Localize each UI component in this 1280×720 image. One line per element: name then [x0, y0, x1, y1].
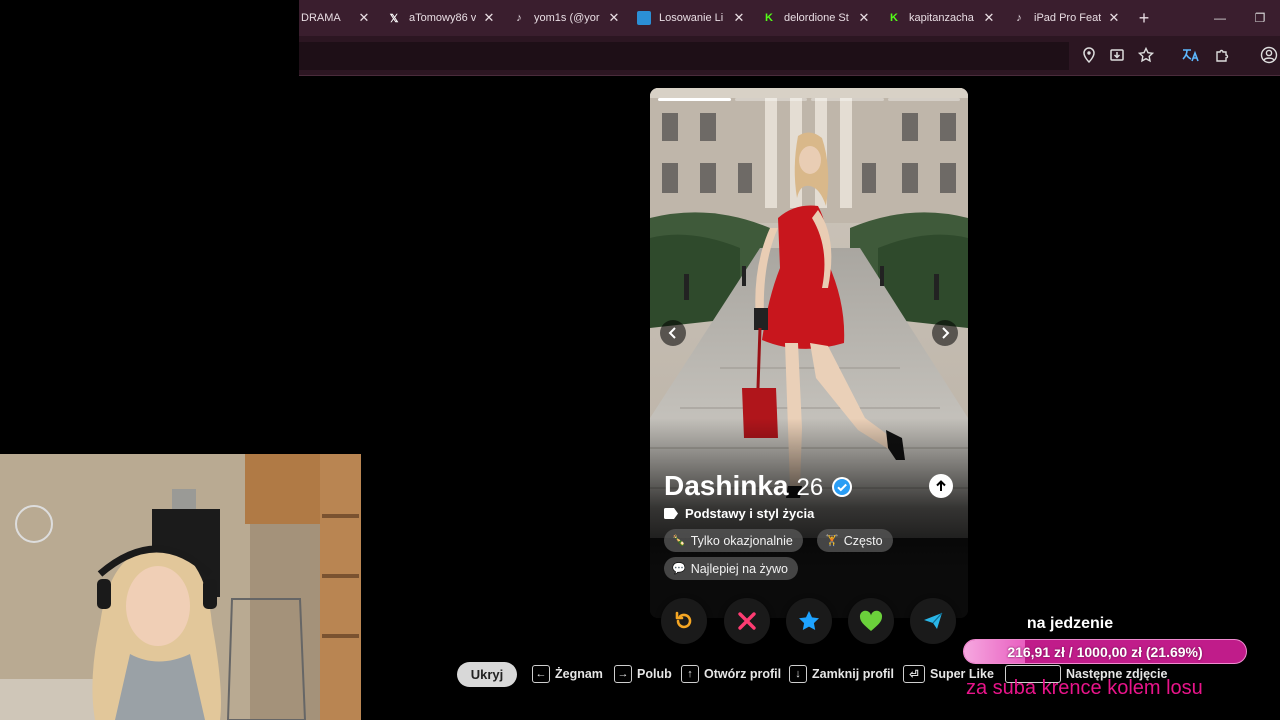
prev-photo-button[interactable]: [660, 320, 686, 346]
nope-icon: [738, 612, 756, 630]
rewind-icon: [675, 611, 692, 629]
close-icon[interactable]: ✕: [1107, 10, 1121, 26]
profile-header: Dashinka 26: [664, 470, 853, 502]
screen: DRAMA ✕ 𝕏 aTomowy86 v ✕ ♪ yom1s (@yor ✕ …: [0, 0, 1280, 720]
profile-name: Dashinka: [664, 470, 789, 501]
shortcut-close-profile: ↓ Zamknij profil: [789, 665, 894, 683]
puzzle-blue-icon: [637, 11, 651, 25]
install-app-icon[interactable]: [1107, 45, 1127, 65]
goal-subtitle: za suba krence kolem losu: [966, 677, 1203, 699]
new-tab-button[interactable]: +: [1129, 8, 1159, 29]
browser-tab[interactable]: DRAMA ✕: [299, 0, 379, 36]
like-button[interactable]: [848, 598, 894, 644]
goal-progress-bar: 216,91 zł / 1000,00 zł (21.69%): [963, 639, 1247, 664]
chevron-right-icon: [942, 327, 950, 339]
tiktok-icon: ♪: [1016, 12, 1022, 24]
minimize-icon[interactable]: —: [1200, 0, 1240, 36]
browser-toolbar: [299, 36, 1280, 76]
goal-amount: 216,91 zł / 1000,00 zł (21.69%): [1007, 643, 1203, 660]
lifestyle-chip-communication: 💬 Najlepiej na żywo: [664, 557, 798, 580]
tab-title: iPad Pro Feat: [1034, 12, 1101, 24]
send-icon: [924, 612, 943, 629]
browser-tab[interactable]: Losowanie Li ✕: [629, 0, 754, 36]
chip-label: Tylko okazjonalnie: [690, 533, 793, 548]
bookmark-star-icon[interactable]: [1136, 45, 1156, 65]
close-icon[interactable]: ✕: [607, 10, 621, 26]
chevron-left-icon: [668, 327, 676, 339]
profile-icon[interactable]: [1259, 45, 1279, 65]
bottle-icon: 🍾: [672, 535, 686, 547]
enter-key-icon: ⏎: [903, 665, 925, 683]
photo-progress-segment: [811, 98, 884, 101]
lifestyle-heading-label: Podstawy i styl życia: [685, 506, 815, 521]
photo-progress-segment: [887, 98, 960, 101]
translate-extension-icon[interactable]: [1180, 45, 1200, 65]
browser-tab[interactable]: K kapitanzacha ✕: [879, 0, 1004, 36]
shortcut-nope: ← Żegnam: [532, 665, 603, 683]
boost-button[interactable]: [910, 598, 956, 644]
photo-progress-segment: [734, 98, 807, 101]
open-profile-button[interactable]: [929, 474, 953, 498]
close-icon[interactable]: ✕: [357, 10, 371, 26]
heart-icon: [859, 610, 883, 631]
tab-title: yom1s (@yor: [534, 12, 600, 24]
address-bar[interactable]: [299, 42, 1069, 70]
close-icon[interactable]: ✕: [482, 10, 496, 26]
browser-tab[interactable]: ♪ yom1s (@yor ✕: [504, 0, 629, 36]
tab-title: DRAMA: [301, 12, 341, 24]
rewind-button[interactable]: [661, 598, 707, 644]
close-icon[interactable]: ✕: [982, 10, 996, 26]
arrow-left-key-icon: ←: [532, 665, 550, 683]
webcam-feed: [0, 454, 361, 720]
tiktok-icon: ♪: [516, 12, 522, 24]
kick-icon: K: [890, 12, 898, 24]
shortcut-label: Zamknij profil: [812, 667, 894, 681]
dumbbell-icon: 🏋: [825, 535, 839, 547]
shortcut-open-profile: ↑ Otwórz profil: [681, 665, 781, 683]
extensions-puzzle-icon[interactable]: [1212, 45, 1232, 65]
photo-progress: [658, 98, 960, 101]
lifestyle-chip-workout: 🏋 Często: [817, 529, 893, 552]
goal-title: na jedzenie: [1026, 615, 1114, 632]
browser-tab[interactable]: K delordione St ✕: [754, 0, 879, 36]
arrow-up-icon: [936, 480, 946, 491]
chat-icon: 💬: [672, 563, 686, 575]
verified-badge-icon: [832, 477, 853, 497]
next-photo-button[interactable]: [932, 320, 958, 346]
browser-tab[interactable]: ♪ iPad Pro Feat ✕: [1004, 0, 1129, 36]
lifestyle-heading: Podstawy i styl życia: [664, 506, 814, 521]
arrow-up-key-icon: ↑: [681, 665, 699, 683]
tab-title: delordione St: [784, 12, 849, 24]
photo-progress-segment: [658, 98, 731, 101]
location-icon[interactable]: [1079, 45, 1099, 65]
arrow-right-key-icon: →: [614, 665, 632, 683]
tab-title: Losowanie Li: [659, 12, 724, 24]
profile-card[interactable]: Dashinka 26 Podstawy i styl życia 🍾 Tylk…: [650, 88, 968, 618]
tab-title: kapitanzacha: [909, 12, 974, 24]
tag-icon: [664, 508, 678, 519]
star-icon: [799, 611, 819, 630]
arrow-down-key-icon: ↓: [789, 665, 807, 683]
tab-title: aTomowy86 v: [409, 12, 476, 24]
nope-button[interactable]: [724, 598, 770, 644]
shortcut-label: Polub: [637, 667, 672, 681]
close-icon[interactable]: ✕: [732, 10, 746, 26]
chip-label: Najlepiej na żywo: [690, 561, 788, 576]
restore-icon[interactable]: ❐: [1240, 0, 1280, 36]
shortcut-like: → Polub: [614, 665, 672, 683]
shortcut-label: Otwórz profil: [704, 667, 782, 681]
profile-age: 26: [796, 474, 824, 501]
close-icon[interactable]: ✕: [857, 10, 871, 26]
kick-icon: K: [765, 12, 773, 24]
x-logo-icon: 𝕏: [389, 12, 399, 25]
hide-legend-button[interactable]: Ukryj: [457, 662, 517, 687]
super-like-button[interactable]: [786, 598, 832, 644]
browser-tab[interactable]: 𝕏 aTomowy86 v ✕: [379, 0, 504, 36]
shortcut-label: Żegnam: [555, 667, 603, 681]
lifestyle-chip-drinking: 🍾 Tylko okazjonalnie: [664, 529, 803, 552]
chip-label: Często: [843, 533, 883, 548]
browser-tabbar: DRAMA ✕ 𝕏 aTomowy86 v ✕ ♪ yom1s (@yor ✕ …: [299, 0, 1280, 36]
